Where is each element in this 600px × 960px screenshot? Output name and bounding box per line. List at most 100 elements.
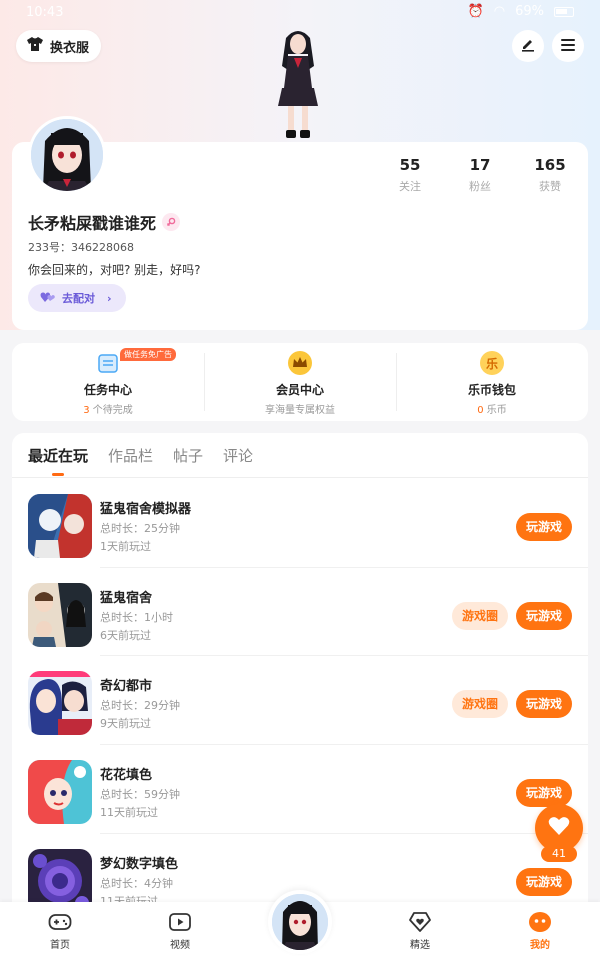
row-divider bbox=[100, 833, 588, 834]
game-icon[interactable] bbox=[28, 494, 92, 558]
nav-video[interactable]: 视频 bbox=[150, 910, 210, 951]
stat-value: 55 bbox=[399, 156, 421, 174]
service-subtitle-text: 乐币 bbox=[486, 405, 507, 416]
profile-stats: 55 关注 17 粉丝 165 获赞 bbox=[394, 156, 566, 194]
game-last-played: 6天前玩过 bbox=[100, 629, 151, 642]
stat-followers[interactable]: 17 粉丝 bbox=[464, 156, 496, 194]
game-duration: 总时长：59分钟 bbox=[100, 788, 180, 801]
battery-icon bbox=[554, 6, 574, 17]
service-count: 3 bbox=[83, 405, 90, 416]
row-divider bbox=[100, 655, 588, 656]
service-subtitle: 0 乐币 bbox=[396, 401, 588, 416]
heart-icon bbox=[548, 816, 570, 840]
game-icon[interactable] bbox=[28, 583, 92, 647]
pair-button[interactable]: 去配对 › bbox=[28, 284, 126, 312]
game-duration: 总时长：29分钟 bbox=[100, 699, 180, 712]
game-icon[interactable] bbox=[28, 760, 92, 824]
nav-center-avatar-button[interactable] bbox=[268, 890, 332, 954]
service-title: 乐币钱包 bbox=[467, 383, 516, 397]
service-title: 会员中心 bbox=[275, 383, 324, 397]
gamepad-icon bbox=[47, 910, 73, 934]
heart-diamond-icon bbox=[407, 910, 433, 934]
task-icon bbox=[96, 351, 120, 375]
game-last-played: 1天前玩过 bbox=[100, 540, 151, 553]
change-outfit-label: 换衣服 bbox=[50, 40, 90, 56]
game-icon[interactable] bbox=[28, 671, 92, 735]
game-name: 奇幻都市 bbox=[100, 679, 153, 694]
row-divider bbox=[100, 744, 588, 745]
status-bar: 10:43 ⏰ ◠ 69% bbox=[0, 0, 600, 26]
favorite-count: 41 bbox=[541, 846, 577, 862]
shirt-icon bbox=[26, 36, 44, 56]
stat-value: 165 bbox=[534, 156, 566, 174]
game-name: 梦幻数字填色 bbox=[100, 857, 179, 872]
game-row[interactable]: 猛鬼宿舍模拟器 总时长：25分钟 1天前玩过 玩游戏 bbox=[12, 478, 588, 566]
service-count: 0 bbox=[477, 405, 484, 416]
stat-likes[interactable]: 165 获赞 bbox=[534, 156, 566, 194]
nav-home[interactable]: 首页 bbox=[30, 910, 90, 951]
play-game-button[interactable]: 玩游戏 bbox=[516, 690, 572, 718]
game-name: 花花填色 bbox=[100, 768, 153, 783]
battery-text: 69% bbox=[515, 4, 544, 19]
hamburger-menu-icon bbox=[560, 37, 576, 56]
vip-center[interactable]: 会员中心 享海量专属权益 bbox=[204, 343, 396, 421]
game-circle-button[interactable]: 游戏圈 bbox=[452, 602, 508, 630]
face-icon bbox=[527, 910, 553, 934]
video-play-icon bbox=[167, 910, 193, 934]
play-game-button[interactable]: 玩游戏 bbox=[516, 602, 572, 630]
user-id: 233号：346228068 bbox=[28, 241, 134, 254]
pair-label: 去配对 bbox=[62, 292, 95, 305]
female-gender-icon bbox=[162, 213, 181, 231]
tab-comments[interactable]: 评论 bbox=[223, 445, 253, 476]
coin-wallet[interactable]: 乐 乐币钱包 0 乐币 bbox=[396, 343, 588, 421]
nav-featured[interactable]: 精选 bbox=[390, 910, 450, 951]
tab-works[interactable]: 作品栏 bbox=[108, 445, 153, 476]
content-tabs: 最近在玩 作品栏 帖子 评论 bbox=[28, 445, 253, 476]
chevron-right-icon: › bbox=[107, 291, 112, 305]
game-last-played: 9天前玩过 bbox=[100, 717, 151, 730]
change-outfit-button[interactable]: 换衣服 bbox=[16, 30, 102, 62]
game-row[interactable]: 猛鬼宿舍 总时长：1小时 6天前玩过 游戏圈 玩游戏 bbox=[12, 567, 588, 655]
service-title: 任务中心 bbox=[83, 383, 132, 397]
game-duration: 总时长：4分钟 bbox=[100, 877, 173, 890]
username: 长矛粘屎戳谁谁死 bbox=[28, 210, 181, 234]
stat-following[interactable]: 55 关注 bbox=[394, 156, 426, 194]
coin-icon: 乐 bbox=[480, 351, 504, 375]
nav-center-avatar bbox=[272, 894, 328, 950]
task-center[interactable]: 任务中心 3 个待完成 做任务免广告 bbox=[12, 343, 204, 421]
stat-label: 关注 bbox=[399, 180, 421, 193]
floating-favorite-button[interactable] bbox=[535, 804, 583, 852]
play-game-button[interactable]: 玩游戏 bbox=[516, 868, 572, 896]
service-subtitle: 3 个待完成 bbox=[12, 401, 204, 416]
status-time: 10:43 bbox=[26, 5, 64, 20]
profile-avatar[interactable] bbox=[28, 116, 106, 194]
game-circle-button[interactable]: 游戏圈 bbox=[452, 690, 508, 718]
row-divider bbox=[100, 567, 588, 568]
game-row[interactable]: 奇幻都市 总时长：29分钟 9天前玩过 游戏圈 玩游戏 bbox=[12, 655, 588, 743]
nav-mine[interactable]: 我的 bbox=[510, 910, 570, 951]
nav-label: 首页 bbox=[50, 940, 70, 951]
task-ad-badge: 做任务免广告 bbox=[120, 348, 176, 361]
service-subtitle: 享海量专属权益 bbox=[265, 405, 335, 416]
game-name: 猛鬼宿舍模拟器 bbox=[100, 502, 192, 517]
stat-value: 17 bbox=[469, 156, 491, 174]
tab-posts[interactable]: 帖子 bbox=[173, 445, 203, 476]
game-duration: 总时长：25分钟 bbox=[100, 522, 180, 535]
pencil-icon bbox=[520, 36, 536, 56]
user-bio: 你会回来的，对吧? 别走，好吗? bbox=[28, 263, 201, 277]
play-game-button[interactable]: 玩游戏 bbox=[516, 513, 572, 541]
nav-label: 视频 bbox=[170, 940, 190, 951]
game-name: 猛鬼宿舍 bbox=[100, 591, 153, 606]
play-game-button[interactable]: 玩游戏 bbox=[516, 779, 572, 807]
double-heart-icon bbox=[40, 291, 56, 306]
tab-recently-played[interactable]: 最近在玩 bbox=[28, 445, 88, 476]
services-card: 任务中心 3 个待完成 做任务免广告 会员中心 享海量专属权益 乐 乐币钱包 0… bbox=[12, 343, 588, 421]
edit-profile-button[interactable] bbox=[512, 30, 544, 62]
status-icons: ⏰ ◠ 69% bbox=[468, 4, 574, 19]
nav-label: 我的 bbox=[530, 940, 550, 951]
menu-button[interactable] bbox=[552, 30, 584, 62]
game-last-played: 11天前玩过 bbox=[100, 806, 158, 819]
game-row[interactable]: 花花填色 总时长：59分钟 11天前玩过 玩游戏 bbox=[12, 744, 588, 832]
crown-icon bbox=[288, 351, 312, 375]
avatar-3d-figure[interactable] bbox=[262, 26, 334, 142]
